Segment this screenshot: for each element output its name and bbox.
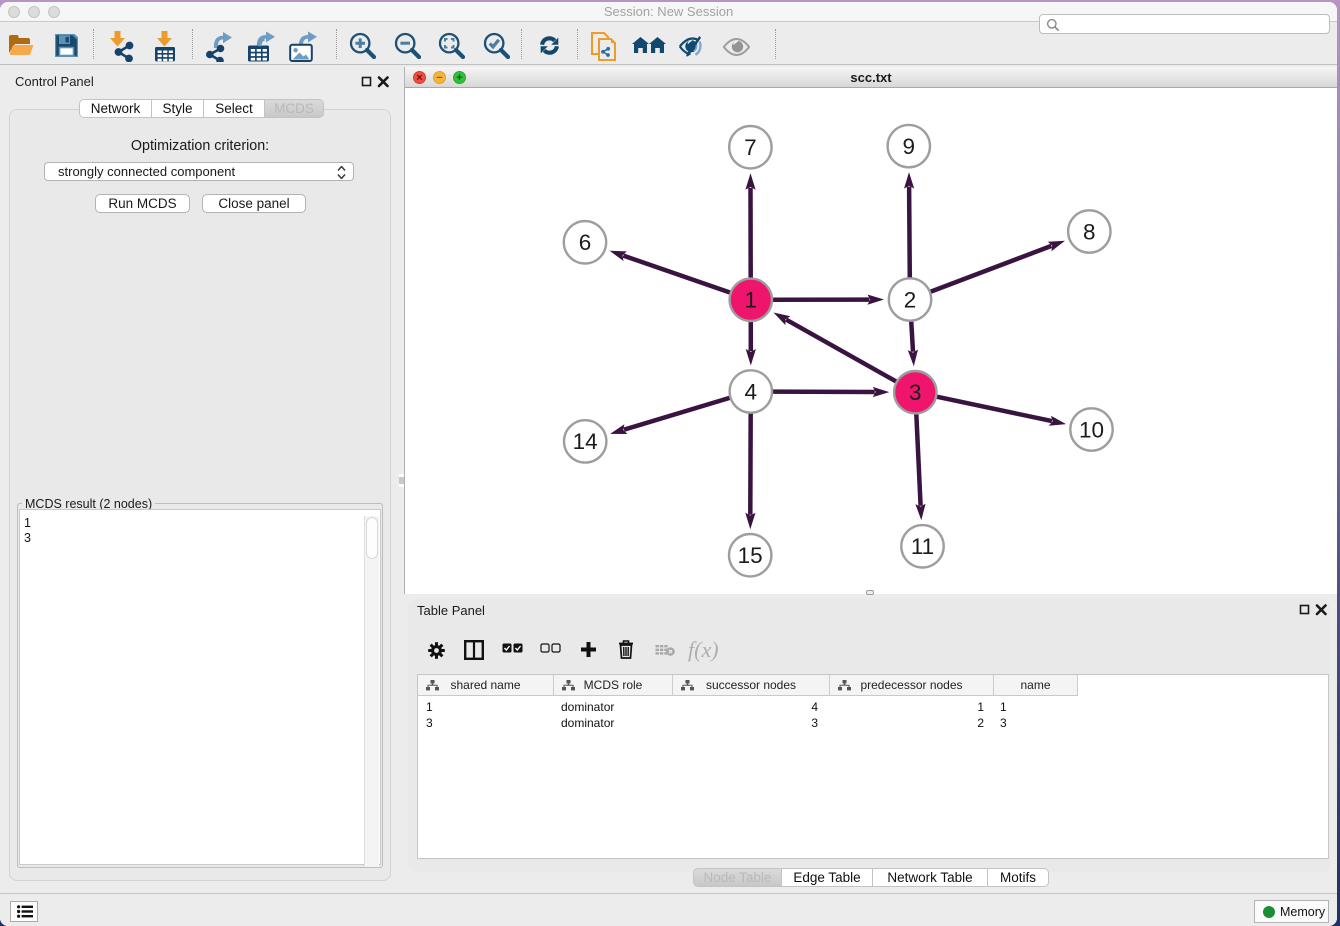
svg-text:2: 2 xyxy=(904,287,917,312)
svg-text:8: 8 xyxy=(1083,219,1096,244)
svg-text:1: 1 xyxy=(745,288,758,313)
svg-text:14: 14 xyxy=(573,429,598,454)
svg-text:10: 10 xyxy=(1079,417,1104,442)
svg-text:3: 3 xyxy=(909,380,922,405)
svg-text:4: 4 xyxy=(745,379,758,404)
svg-text:15: 15 xyxy=(738,543,763,568)
svg-text:7: 7 xyxy=(744,135,757,160)
svg-text:11: 11 xyxy=(911,534,934,559)
svg-text:9: 9 xyxy=(903,134,916,159)
svg-text:6: 6 xyxy=(579,230,592,255)
